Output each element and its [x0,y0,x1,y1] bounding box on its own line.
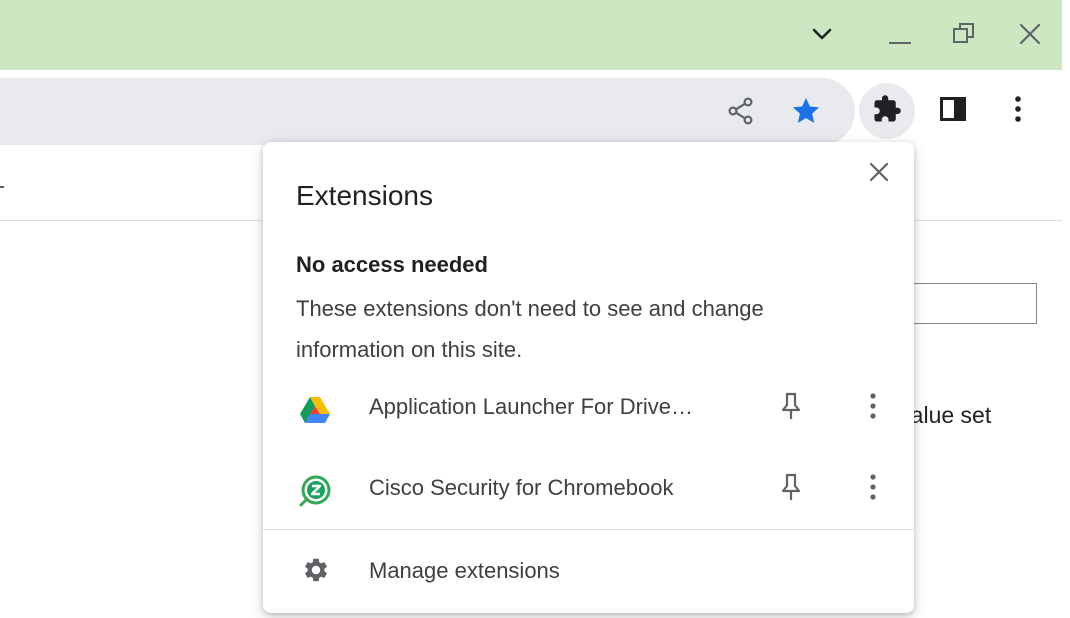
chevron-down-icon [811,27,833,46]
extension-name: Cisco Security for Chromebook [369,475,674,500]
chrome-menu-button[interactable] [990,83,1046,139]
star-icon [790,95,822,132]
title-bar [0,0,1062,70]
share-button[interactable] [724,96,758,130]
popup-title: Extensions [296,180,433,211]
extension-more-button[interactable] [857,388,889,428]
google-drive-icon [297,392,333,428]
extensions-popup: Extensions No access needed These extens… [263,142,914,613]
extensions-button[interactable] [859,83,915,139]
side-panel-button[interactable] [925,83,981,139]
more-vert-icon [869,392,877,425]
manage-extensions-button[interactable]: Manage extensions [263,538,914,604]
browser-toolbar [0,70,1062,152]
side-panel-icon [938,94,968,129]
popup-divider [263,529,914,530]
extension-more-button[interactable] [857,469,889,509]
pin-icon [781,392,801,425]
extension-name: Application Launcher For Drive… [369,394,694,419]
popup-close-button[interactable] [861,156,897,192]
gear-icon [300,554,332,586]
minimize-icon [887,21,913,52]
bookmark-button[interactable] [789,96,823,130]
restore-icon [951,21,977,52]
more-vert-icon [869,473,877,506]
close-window-button[interactable] [1010,16,1050,56]
close-icon [1018,22,1042,51]
cisco-security-icon [297,473,333,509]
close-icon [869,162,889,187]
address-bar[interactable] [0,78,855,145]
section-description: These extensions don't need to see and c… [296,296,764,362]
extension-item-cisco-security[interactable]: Cisco Security for Chromebook [263,457,914,521]
extension-item-application-launcher[interactable]: Application Launcher For Drive… [263,376,914,440]
puzzle-icon [872,94,902,129]
section-heading: No access needed [296,252,488,277]
pin-button[interactable] [775,390,807,426]
minimize-button[interactable] [880,16,920,56]
pin-button[interactable] [775,471,807,507]
page-tab-edge [0,186,4,188]
more-vert-icon [1013,94,1023,129]
tab-search-button[interactable] [802,16,842,56]
manage-extensions-label: Manage extensions [369,558,560,583]
pin-icon [781,473,801,506]
restore-button[interactable] [944,16,984,56]
share-icon [726,96,756,131]
